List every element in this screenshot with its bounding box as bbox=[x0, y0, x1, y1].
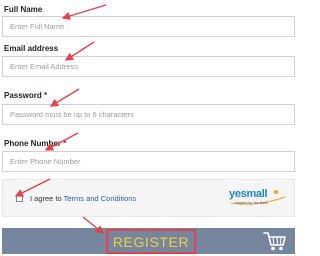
shopping-cart-icon[interactable] bbox=[262, 230, 288, 252]
terms-checkbox[interactable] bbox=[16, 195, 23, 202]
phone-label: Phone Number * bbox=[4, 139, 66, 148]
email-label: Email address bbox=[4, 44, 58, 53]
register-bar: REGISTER bbox=[2, 228, 295, 254]
password-label-text: Password bbox=[4, 91, 42, 100]
yesmall-logo: yesmall Inspired by Yes Bank bbox=[229, 189, 287, 209]
terms-link[interactable]: Terms and Conditions bbox=[64, 194, 137, 203]
full-name-label: Full Name bbox=[4, 5, 42, 14]
email-input[interactable] bbox=[2, 56, 295, 77]
logo-text: yesmall bbox=[229, 188, 268, 200]
password-required-mark: * bbox=[44, 91, 48, 100]
register-button[interactable]: REGISTER bbox=[106, 229, 196, 254]
terms-prefix: I agree to bbox=[30, 194, 64, 203]
annotation-arrows bbox=[14, 4, 107, 234]
logo-tagline: Inspired by Yes Bank bbox=[235, 201, 268, 205]
email-label-text: Email address bbox=[4, 44, 59, 53]
register-label: REGISTER bbox=[112, 233, 190, 250]
password-input[interactable] bbox=[2, 104, 295, 125]
terms-text: I agree to Terms and Conditions bbox=[30, 194, 136, 203]
phone-input[interactable] bbox=[2, 151, 295, 172]
full-name-input[interactable] bbox=[2, 16, 295, 37]
phone-required-mark: * bbox=[63, 139, 67, 148]
password-label: Password * bbox=[4, 91, 47, 100]
full-name-label-text: Full Name bbox=[4, 5, 43, 14]
phone-label-text: Phone Number bbox=[4, 139, 61, 148]
terms-panel: I agree to Terms and Conditions yesmall … bbox=[2, 179, 295, 217]
